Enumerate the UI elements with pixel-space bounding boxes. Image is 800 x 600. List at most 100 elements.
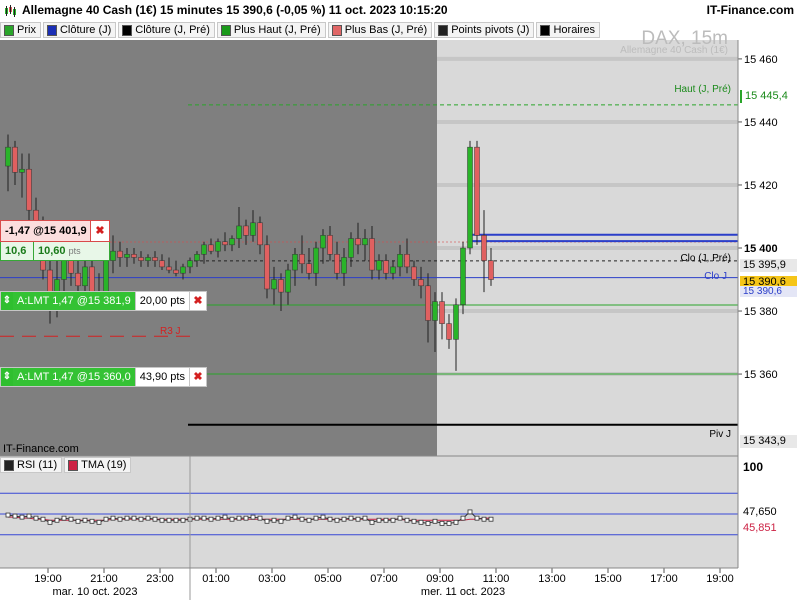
close-prev-price-tag: 15 395,9: [740, 259, 797, 272]
rsi-point: [299, 516, 305, 522]
rsi-point: [271, 517, 277, 523]
drag-handle-icon[interactable]: ⇕: [1, 368, 13, 386]
high-prev-label: Haut (J, Pré): [674, 84, 731, 95]
rsi-point: [96, 519, 102, 525]
bearish-candle: [138, 257, 144, 261]
rsi-point: [327, 516, 333, 522]
rsi-point: [460, 515, 466, 521]
bearish-candle: [334, 254, 340, 274]
bullish-candle: [250, 222, 256, 236]
rsi-point: [75, 518, 81, 524]
rsi-point: [306, 517, 312, 523]
x-tick-label: 19:00: [34, 573, 62, 585]
rsi-point: [229, 516, 235, 522]
rsi-point: [243, 515, 249, 521]
close-prev-label: Clo (J, Pré): [680, 253, 731, 264]
bearish-candle: [117, 250, 123, 258]
rsi-point: [250, 514, 256, 520]
position-box[interactable]: -1,47 @15 401,9 ✖ 10,6 10,60 pts: [0, 220, 110, 261]
order-2-label: A:LMT 1,47 @15 360,0: [13, 368, 135, 386]
rsi-point: [166, 517, 172, 523]
cancel-order-1-button[interactable]: ✖: [188, 292, 206, 310]
close-j-label: Clo J: [704, 271, 727, 282]
order-2-points: 43,90 pts: [134, 368, 189, 386]
rsi-point: [348, 515, 354, 521]
bullish-candle: [285, 269, 291, 293]
rsi-point: [313, 515, 319, 521]
bearish-candle: [257, 222, 263, 246]
rsi-point: [103, 516, 109, 522]
x-date-label: mar. 10 oct. 2023: [53, 586, 138, 598]
rsi-point: [257, 515, 263, 521]
rsi-point: [425, 520, 431, 526]
rsi-point: [481, 516, 487, 522]
rsi-point: [82, 517, 88, 523]
bearish-candle: [383, 260, 389, 274]
bearish-candle: [404, 254, 410, 268]
bearish-candle: [327, 235, 333, 255]
bearish-candle: [488, 260, 494, 280]
color-swatch-icon: [68, 459, 79, 471]
bearish-candle: [411, 266, 417, 280]
bearish-candle: [159, 260, 165, 268]
bearish-candle: [355, 238, 361, 246]
position-points: 10,6: [1, 242, 34, 260]
y-tick-label: 15 360: [744, 369, 778, 381]
rsi-point: [453, 519, 459, 525]
rsi-point: [33, 515, 39, 521]
order-1-points: 20,00 pts: [134, 292, 189, 310]
bearish-candle: [12, 146, 18, 173]
bullish-candle: [194, 254, 200, 261]
x-date-label: mer. 11 oct. 2023: [421, 586, 505, 598]
bullish-candle: [453, 304, 459, 340]
bearish-candle: [89, 266, 95, 293]
rsi-point: [124, 515, 130, 521]
bullish-candle: [376, 260, 382, 271]
rsi-legend-label: RSI (11): [17, 459, 58, 471]
position-value: -1,47 @15 401,9: [5, 225, 87, 237]
bullish-candle: [362, 238, 368, 246]
bullish-candle: [110, 250, 116, 261]
rsi-legend-item-0[interactable]: RSI (11): [0, 457, 63, 473]
order-2[interactable]: ⇕ A:LMT 1,47 @15 360,0 43,90 pts ✖: [0, 367, 207, 387]
y-tick-label: 15 460: [744, 54, 778, 66]
bullish-candle: [348, 238, 354, 258]
bearish-candle: [278, 279, 284, 293]
pivot-label: Piv J: [709, 429, 731, 440]
rsi-point: [432, 518, 438, 524]
bullish-candle: [215, 241, 221, 252]
bullish-candle: [229, 238, 235, 246]
x-tick-label: 07:00: [370, 573, 398, 585]
rsi-point: [117, 516, 123, 522]
bearish-candle: [369, 238, 375, 271]
rsi-legend-item-1[interactable]: TMA (19): [64, 457, 132, 473]
rsi-point: [61, 515, 67, 521]
rsi-point: [236, 515, 242, 521]
rsi-point: [278, 518, 284, 524]
rsi-point: [292, 514, 298, 520]
close-position-button[interactable]: ✖: [90, 221, 109, 241]
bearish-candle: [446, 323, 452, 340]
drag-handle-icon[interactable]: ⇕: [1, 292, 13, 310]
bullish-candle: [320, 235, 326, 249]
rsi-point: [89, 518, 95, 524]
bearish-candle: [166, 266, 172, 271]
order-1[interactable]: ⇕ A:LMT 1,47 @15 381,9 20,00 pts ✖: [0, 291, 207, 311]
bearish-candle: [152, 257, 158, 261]
footer-brand: IT-Finance.com: [3, 443, 79, 455]
rsi-legend-label: TMA (19): [81, 459, 127, 471]
bullish-candle: [271, 279, 277, 290]
rsi-point: [439, 520, 445, 526]
bullish-candle: [19, 168, 25, 173]
rsi-point: [215, 515, 221, 521]
bearish-candle: [418, 279, 424, 287]
pivot-price-tag: 15 343,9: [740, 435, 797, 448]
bearish-candle: [439, 301, 445, 324]
cancel-order-2-button[interactable]: ✖: [188, 368, 206, 386]
bearish-candle: [222, 241, 228, 246]
position-pl: 10,60 pts: [34, 242, 81, 260]
rsi-value-tag: 47,650: [740, 506, 797, 519]
bearish-candle: [131, 254, 137, 258]
rsi-point: [474, 515, 480, 521]
bullish-candle: [292, 254, 298, 271]
